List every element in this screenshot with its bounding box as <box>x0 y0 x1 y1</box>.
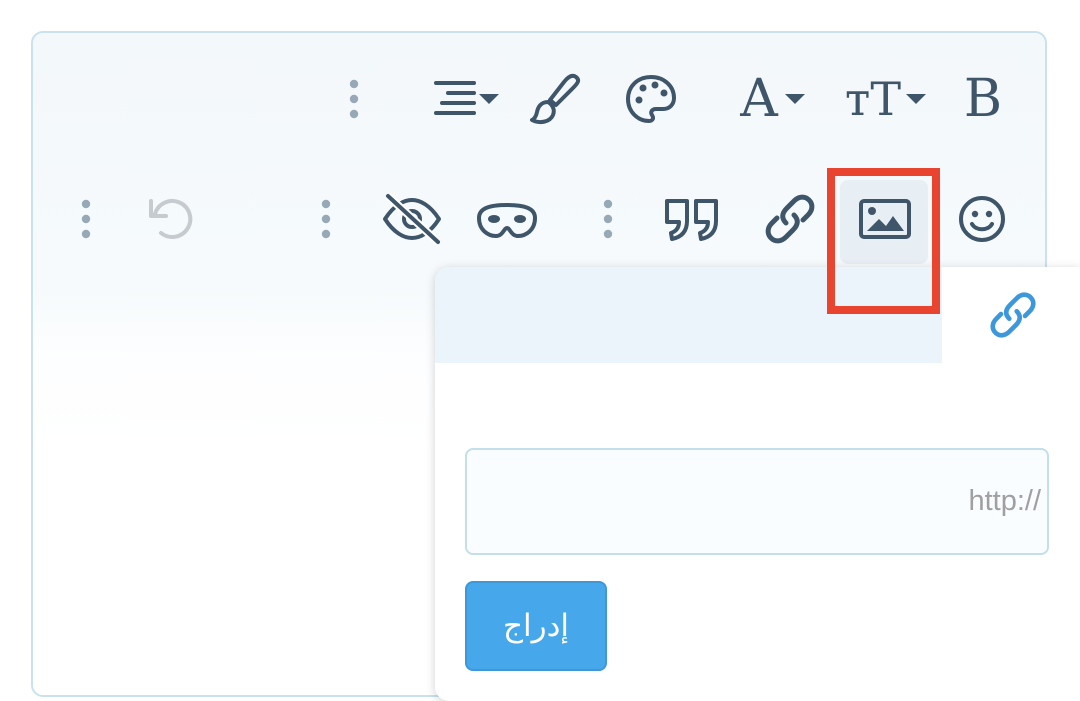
eye-slash-icon <box>380 192 444 246</box>
align-right-icon <box>430 79 478 119</box>
chevron-down-icon <box>784 92 806 106</box>
more-options-icon[interactable] <box>312 196 340 242</box>
upload-tab[interactable] <box>435 267 942 363</box>
emoji-button[interactable] <box>954 192 1010 246</box>
more-options-icon[interactable] <box>340 76 368 122</box>
palette-icon <box>625 74 677 124</box>
paint-brush-icon <box>530 72 582 126</box>
insert-button[interactable]: إدراج <box>465 581 607 671</box>
link-icon <box>988 290 1038 340</box>
image-icon <box>859 199 911 239</box>
url-tab[interactable] <box>983 287 1043 343</box>
color-palette-button[interactable] <box>622 72 680 126</box>
link-icon <box>763 192 817 246</box>
insert-image-button[interactable] <box>856 196 914 242</box>
paint-brush-button[interactable] <box>528 70 584 128</box>
insert-button-label: إدراج <box>502 608 569 644</box>
link-button[interactable] <box>760 190 820 248</box>
bold-button[interactable]: B <box>958 72 1008 126</box>
quote-icon <box>663 197 721 243</box>
font-size-button[interactable]: тT <box>838 72 934 126</box>
smile-icon <box>957 194 1007 244</box>
undo-icon <box>145 194 195 244</box>
image-url-input[interactable] <box>467 450 1047 553</box>
font-color-button[interactable]: A <box>730 72 816 126</box>
align-button[interactable] <box>420 76 510 122</box>
more-options-icon[interactable] <box>72 196 100 242</box>
font-color-letter: A <box>740 69 778 129</box>
bold-letter: B <box>963 69 1003 129</box>
chevron-down-icon <box>905 92 927 106</box>
font-size-letters: тT <box>844 72 902 126</box>
hide-content-button[interactable] <box>378 190 446 248</box>
insert-image-popup: إدراج <box>435 267 1080 701</box>
spoiler-button[interactable] <box>474 196 540 244</box>
image-url-field[interactable] <box>465 448 1049 555</box>
mask-icon <box>476 200 538 240</box>
chevron-down-icon <box>478 92 500 106</box>
quote-button[interactable] <box>660 194 724 246</box>
more-options-icon[interactable] <box>594 196 622 242</box>
undo-button[interactable] <box>142 192 198 246</box>
